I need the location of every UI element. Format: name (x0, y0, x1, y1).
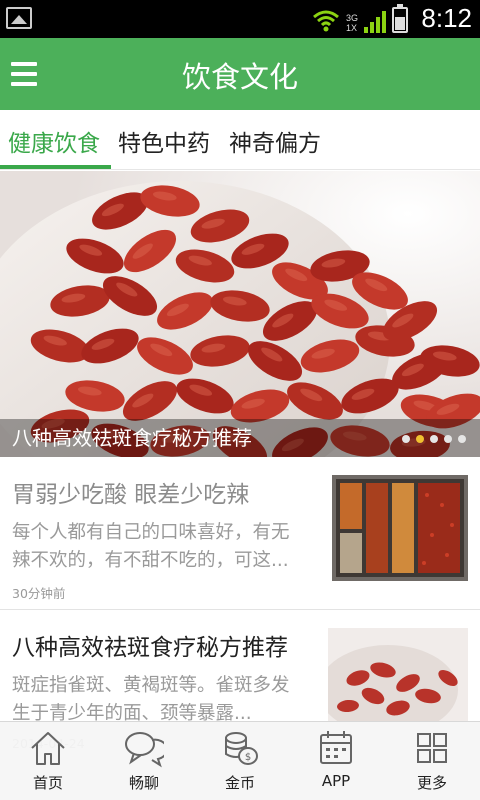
status-icons: 3G 1X (312, 4, 408, 33)
clock: 8:12 (421, 3, 472, 33)
nav-coins[interactable]: $ 金币 (192, 722, 288, 800)
article-desc-line: 每个人都有自己的口味喜好，有无 (12, 522, 290, 543)
nav-label: 畅聊 (128, 774, 159, 792)
article-description: 斑症指雀斑、黄褐斑等。雀斑多发 生于青少年的面、颈等暴露... (12, 672, 312, 728)
article-title: 八种高效祛斑食疗秘方推荐 (12, 635, 288, 661)
goji-thumbnail (328, 628, 468, 721)
nav-home[interactable]: 首页 (0, 722, 96, 800)
carousel-dot[interactable] (458, 435, 466, 443)
nav-label: 金币 (224, 774, 255, 792)
nav-label: APP (321, 772, 351, 790)
home-icon (31, 732, 65, 765)
chat-icon (125, 732, 164, 768)
calendar-app-icon (320, 731, 352, 764)
article-desc-line: 辣不欢的，有不甜不吃的，可这... (12, 550, 289, 571)
coins-icon: $ (225, 732, 258, 765)
network-type: 3G 1X (346, 13, 358, 33)
article-title: 胃弱少吃酸 眼差少吃辣 (12, 482, 250, 508)
nav-more[interactable]: 更多 (384, 722, 480, 800)
tab-indicator (0, 165, 111, 169)
carousel-dots (402, 435, 466, 443)
carousel-dot[interactable] (430, 435, 438, 443)
article-desc-line: 斑症指雀斑、黄褐斑等。雀斑多发 (12, 675, 290, 696)
goji-berries-image (0, 171, 480, 457)
article-description: 每个人都有自己的口味喜好，有无 辣不欢的，有不甜不吃的，可这... (12, 519, 312, 575)
banner-carousel[interactable]: 八种高效祛斑食疗秘方推荐 (0, 171, 480, 457)
page-title: 饮食文化 (181, 60, 298, 94)
signal-icon (364, 11, 386, 33)
carousel-dot[interactable] (444, 435, 452, 443)
article-item[interactable]: 八种高效祛斑食疗秘方推荐 斑症指雀斑、黄褐斑等。雀斑多发 生于青少年的面、颈等暴… (0, 610, 480, 751)
article-item[interactable]: 胃弱少吃酸 眼差少吃辣 每个人都有自己的口味喜好，有无 辣不欢的，有不甜不吃的，… (0, 457, 480, 609)
picture-notification-icon (6, 7, 32, 29)
status-bar: 3G 1X 8:12 (0, 0, 480, 38)
tab-chinese-medicine[interactable]: 特色中药 (118, 124, 210, 158)
network-label-1x: 1X (345, 23, 357, 33)
tab-healthy-diet[interactable]: 健康饮食 (8, 124, 100, 158)
battery-icon (392, 4, 408, 33)
carousel-dot[interactable] (416, 435, 424, 443)
banner-caption: 八种高效祛斑食疗秘方推荐 (12, 426, 252, 450)
grid-more-icon (417, 733, 447, 763)
spices-thumbnail (332, 475, 468, 581)
app-header: 饮食文化 (0, 38, 480, 110)
article-time: 30分钟前 (12, 586, 66, 601)
nav-label: 更多 (416, 774, 447, 792)
nav-app[interactable]: APP (288, 722, 384, 800)
bottom-navigation: 首页 畅聊 $ 金币 APP 更多 (0, 721, 480, 800)
category-tabs: 健康饮食 特色中药 神奇偏方 (0, 110, 480, 170)
nav-chat[interactable]: 畅聊 (96, 722, 192, 800)
nav-label: 首页 (32, 774, 63, 792)
network-label-3g: 3G (345, 13, 358, 23)
carousel-dot[interactable] (402, 435, 410, 443)
wifi-icon (313, 10, 339, 32)
svg-text:$: $ (245, 752, 251, 763)
tab-folk-remedies[interactable]: 神奇偏方 (229, 124, 321, 158)
